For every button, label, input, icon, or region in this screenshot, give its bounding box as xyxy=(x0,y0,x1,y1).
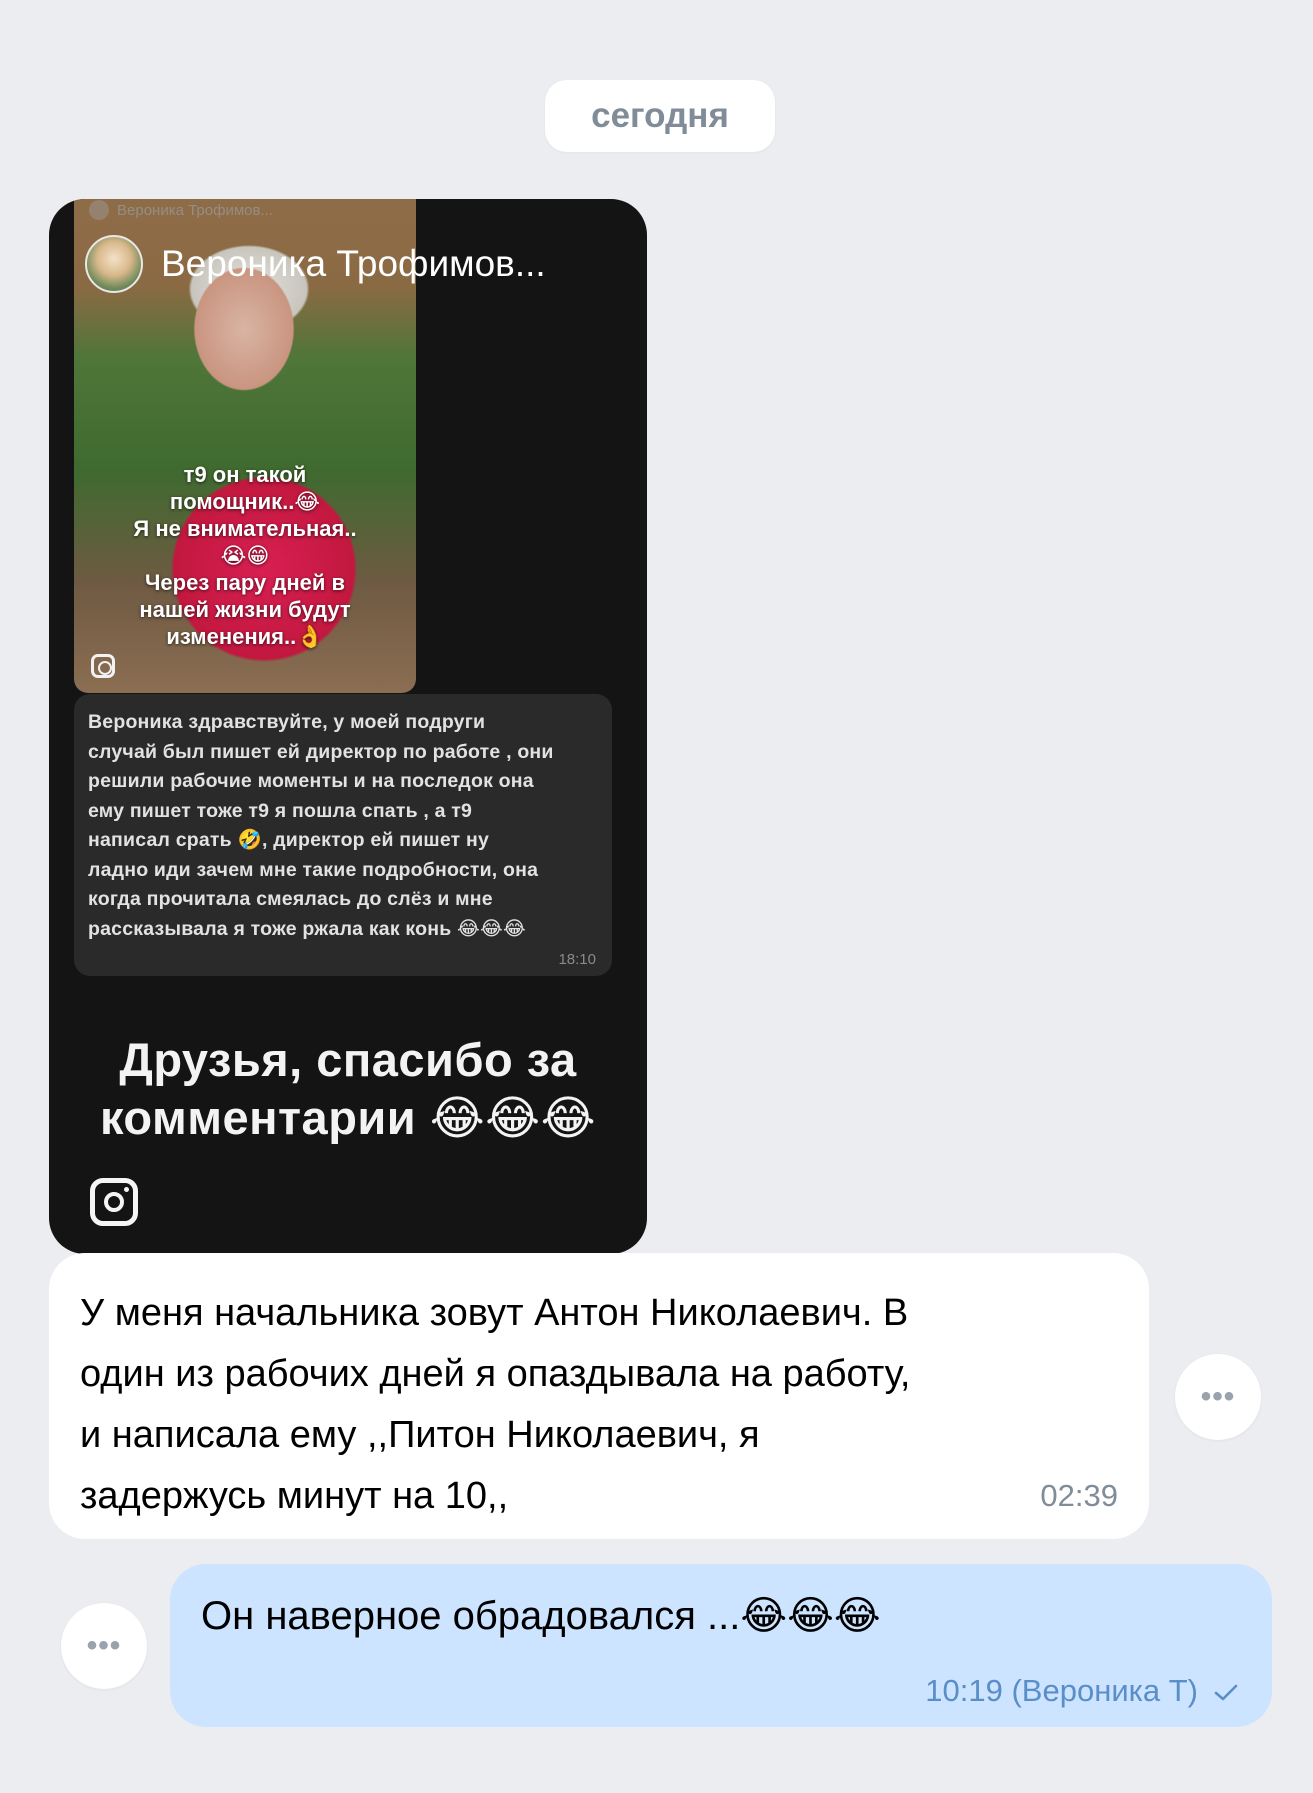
message-time: 02:39 xyxy=(1040,1478,1118,1513)
more-icon: ••• xyxy=(86,1629,122,1662)
date-separator: сегодня xyxy=(545,80,775,152)
message-line: задержусь минут на 10,, xyxy=(80,1475,509,1517)
message-line: один из рабочих дней я опаздывала на раб… xyxy=(80,1353,911,1395)
message-line: У меня начальника зовут Антон Николаевич… xyxy=(80,1292,909,1334)
incoming-message-text: У меня начальника зовут Антон Николаевич… xyxy=(80,1283,1117,1527)
embedded-line: рассказывала я тоже ржала как конь 😂😂😂 xyxy=(88,917,526,940)
read-check-icon xyxy=(1214,1684,1238,1701)
embedded-line: случай был пишет ей директор по работе ,… xyxy=(88,740,554,763)
story-header[interactable]: Вероника Трофимов... xyxy=(85,235,627,293)
embedded-line: ладно иди зачем мне такие подробности, о… xyxy=(88,858,539,881)
story-faded-header: Вероника Трофимов... xyxy=(89,199,273,221)
more-options-button[interactable]: ••• xyxy=(1175,1354,1261,1440)
outgoing-message-meta: 10:19 (Вероника Т) xyxy=(925,1673,1238,1709)
embedded-line: написал срать 🤣, директор ей пишет ну xyxy=(88,829,490,851)
embedded-line: ему пишет тоже т9 я пошла спать , а т9 xyxy=(88,799,473,822)
photo-caption: т9 он такой помощник..😂 Я не внимательна… xyxy=(74,461,416,650)
more-options-button[interactable]: ••• xyxy=(61,1603,147,1689)
faded-author-name: Вероника Трофимов... xyxy=(117,201,273,219)
photo-caption-line: т9 он такой xyxy=(183,462,307,487)
message-time-sender: 10:19 (Вероника Т) xyxy=(925,1673,1198,1708)
instagram-icon xyxy=(91,654,115,678)
story-caption-line: Друзья, спасибо за xyxy=(119,1033,577,1086)
instagram-icon[interactable] xyxy=(90,1178,138,1226)
embedded-line: когда прочитала смеялась до слёз и мне xyxy=(88,888,493,910)
shared-story-card[interactable]: Вероника Трофимов... Вероника Трофимов..… xyxy=(49,199,647,1254)
story-caption: Друзья, спасибо за комментарии 😂😂😂 xyxy=(49,1031,647,1147)
photo-caption-line: нашей жизни будут xyxy=(139,597,351,622)
photo-caption-line: помощник..😂 xyxy=(169,489,321,514)
outgoing-message-bubble[interactable]: Он наверное обрадовался ...😂😂😂 10:19 (Ве… xyxy=(170,1564,1272,1727)
outgoing-message-text: Он наверное обрадовался ...😂😂😂 xyxy=(201,1594,881,1638)
embedded-message-time: 18:10 xyxy=(558,951,596,968)
photo-caption-line: изменения..👌 xyxy=(166,624,324,649)
faded-avatar xyxy=(89,200,109,220)
embedded-line: решили рабочие моменты и на последок она xyxy=(88,770,534,792)
embedded-chat-message: Вероника здравствуйте, у моей подруги сл… xyxy=(74,694,612,976)
story-author-name[interactable]: Вероника Трофимов... xyxy=(161,243,546,285)
embedded-line: Вероника здравствуйте, у моей подруги xyxy=(88,711,486,733)
embedded-message-text: Вероника здравствуйте, у моей подруги сл… xyxy=(88,708,598,944)
photo-caption-line: Через пару дней в xyxy=(144,570,346,595)
more-icon: ••• xyxy=(1200,1380,1236,1413)
story-caption-line: комментарии 😂😂😂 xyxy=(99,1091,597,1144)
incoming-message-bubble[interactable]: У меня начальника зовут Антон Николаевич… xyxy=(49,1253,1149,1539)
photo-caption-line: Я не внимательная.. xyxy=(133,516,357,541)
message-line: и написала ему ,,Питон Николаевич, я xyxy=(80,1414,760,1456)
avatar[interactable] xyxy=(85,235,143,293)
photo-caption-line: 😭😁 xyxy=(220,543,270,568)
